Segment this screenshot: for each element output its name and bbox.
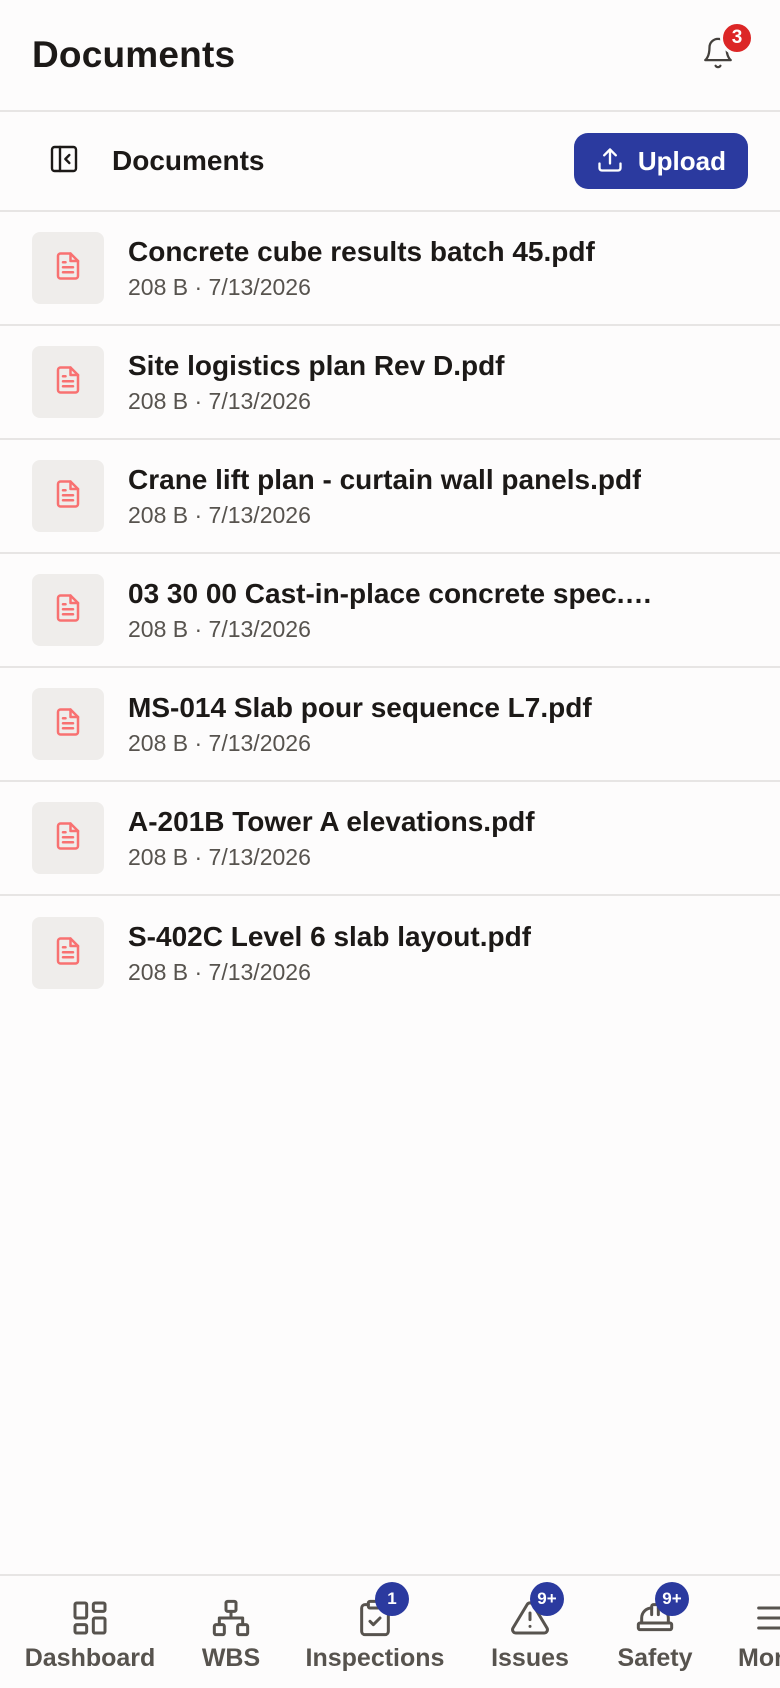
file-thumbnail <box>32 688 104 760</box>
document-meta: 208 B · 7/13/2026 <box>128 388 311 414</box>
clipboard-check-icon: 1 <box>355 1582 409 1638</box>
document-row[interactable]: Site logistics plan Rev D.pdf 208 B · 7/… <box>0 326 780 440</box>
top-header: Documents 3 <box>0 0 780 112</box>
document-text: Concrete cube results batch 45.pdf 208 B… <box>128 234 595 302</box>
document-row[interactable]: MS-014 Slab pour sequence L7.pdf 208 B ·… <box>0 668 780 782</box>
document-name: Crane lift plan - curtain wall panels.pd… <box>128 464 642 495</box>
document-name: 03 30 00 Cast-in-place concrete spec.… <box>128 578 653 609</box>
issues-count-badge: 9+ <box>530 1582 564 1616</box>
page-title: Documents <box>32 34 236 75</box>
document-name: A-201B Tower A elevations.pdf <box>128 806 535 837</box>
upload-icon <box>596 146 624 177</box>
dashboard-icon <box>70 1598 110 1638</box>
hierarchy-icon <box>211 1598 251 1638</box>
file-text-icon <box>53 707 83 742</box>
panel-collapse-icon <box>48 143 80 180</box>
inspections-count-badge: 1 <box>375 1582 409 1616</box>
notifications-button[interactable]: 3 <box>688 21 754 85</box>
nav-item-safety[interactable]: 9+ Safety <box>600 1576 710 1688</box>
nav-label: WBS <box>201 1644 261 1672</box>
file-text-icon <box>53 251 83 286</box>
document-meta: 208 B · 7/13/2026 <box>128 616 311 642</box>
document-list: Concrete cube results batch 45.pdf 208 B… <box>0 212 780 1010</box>
nav-label: Safety <box>617 1644 693 1672</box>
toolbar-left: Documents <box>44 141 264 181</box>
nav-label: Issues <box>491 1644 569 1672</box>
document-name: Site logistics plan Rev D.pdf <box>128 350 505 381</box>
menu-icon <box>752 1598 780 1638</box>
nav-item-dashboard[interactable]: Dashboard <box>16 1576 164 1688</box>
nav-item-more[interactable]: More <box>738 1576 780 1688</box>
document-text: MS-014 Slab pour sequence L7.pdf 208 B ·… <box>128 690 592 758</box>
document-row[interactable]: Concrete cube results batch 45.pdf 208 B… <box>0 212 780 326</box>
nav-label: Dashboard <box>24 1644 156 1672</box>
document-meta: 208 B · 7/13/2026 <box>128 502 311 528</box>
document-name: Concrete cube results batch 45.pdf <box>128 236 595 267</box>
document-meta: 208 B · 7/13/2026 <box>128 274 311 300</box>
document-text: Site logistics plan Rev D.pdf 208 B · 7/… <box>128 348 505 416</box>
upload-button[interactable]: Upload <box>573 133 748 189</box>
file-text-icon <box>53 365 83 400</box>
notification-count-badge: 3 <box>720 21 754 55</box>
upload-label: Upload <box>637 145 726 176</box>
app-root: Documents 3 Documents Upload Concrete cu… <box>0 0 780 1688</box>
document-row[interactable]: S-402C Level 6 slab layout.pdf 208 B · 7… <box>0 896 780 1010</box>
file-text-icon <box>53 936 83 971</box>
document-name: MS-014 Slab pour sequence L7.pdf <box>128 692 592 723</box>
warning-icon: 9+ <box>510 1582 564 1638</box>
file-thumbnail <box>32 574 104 646</box>
document-row[interactable]: Crane lift plan - curtain wall panels.pd… <box>0 440 780 554</box>
document-meta: 208 B · 7/13/2026 <box>128 844 311 870</box>
file-thumbnail <box>32 802 104 874</box>
collapse-sidebar-button[interactable] <box>44 141 84 181</box>
nav-item-issues[interactable]: 9+ Issues <box>476 1576 584 1688</box>
documents-toolbar: Documents Upload <box>0 112 780 212</box>
file-thumbnail <box>32 232 104 304</box>
document-row[interactable]: 03 30 00 Cast-in-place concrete spec.… 2… <box>0 554 780 668</box>
file-text-icon <box>53 593 83 628</box>
safety-count-badge: 9+ <box>655 1582 689 1616</box>
hard-hat-icon: 9+ <box>635 1582 689 1638</box>
document-meta: 208 B · 7/13/2026 <box>128 730 311 756</box>
document-text: S-402C Level 6 slab layout.pdf 208 B · 7… <box>128 919 531 987</box>
file-thumbnail <box>32 346 104 418</box>
nav-item-wbs[interactable]: WBS <box>184 1576 278 1688</box>
document-meta: 208 B · 7/13/2026 <box>128 959 311 985</box>
nav-item-inspections[interactable]: 1 Inspections <box>300 1576 450 1688</box>
document-row[interactable]: A-201B Tower A elevations.pdf 208 B · 7/… <box>0 782 780 896</box>
file-thumbnail <box>32 460 104 532</box>
document-text: 03 30 00 Cast-in-place concrete spec.… 2… <box>128 576 652 644</box>
file-text-icon <box>53 479 83 514</box>
file-thumbnail <box>32 917 104 989</box>
bottom-nav: Dashboard WBS 1 Inspections 9+ Issues 9+… <box>0 1574 780 1688</box>
nav-label: Inspections <box>305 1644 445 1672</box>
document-text: Crane lift plan - curtain wall panels.pd… <box>128 462 641 530</box>
document-name: S-402C Level 6 slab layout.pdf <box>128 921 532 952</box>
toolbar-title: Documents <box>112 145 265 176</box>
file-text-icon <box>53 821 83 856</box>
nav-label: More <box>738 1644 780 1672</box>
document-text: A-201B Tower A elevations.pdf 208 B · 7/… <box>128 804 535 872</box>
